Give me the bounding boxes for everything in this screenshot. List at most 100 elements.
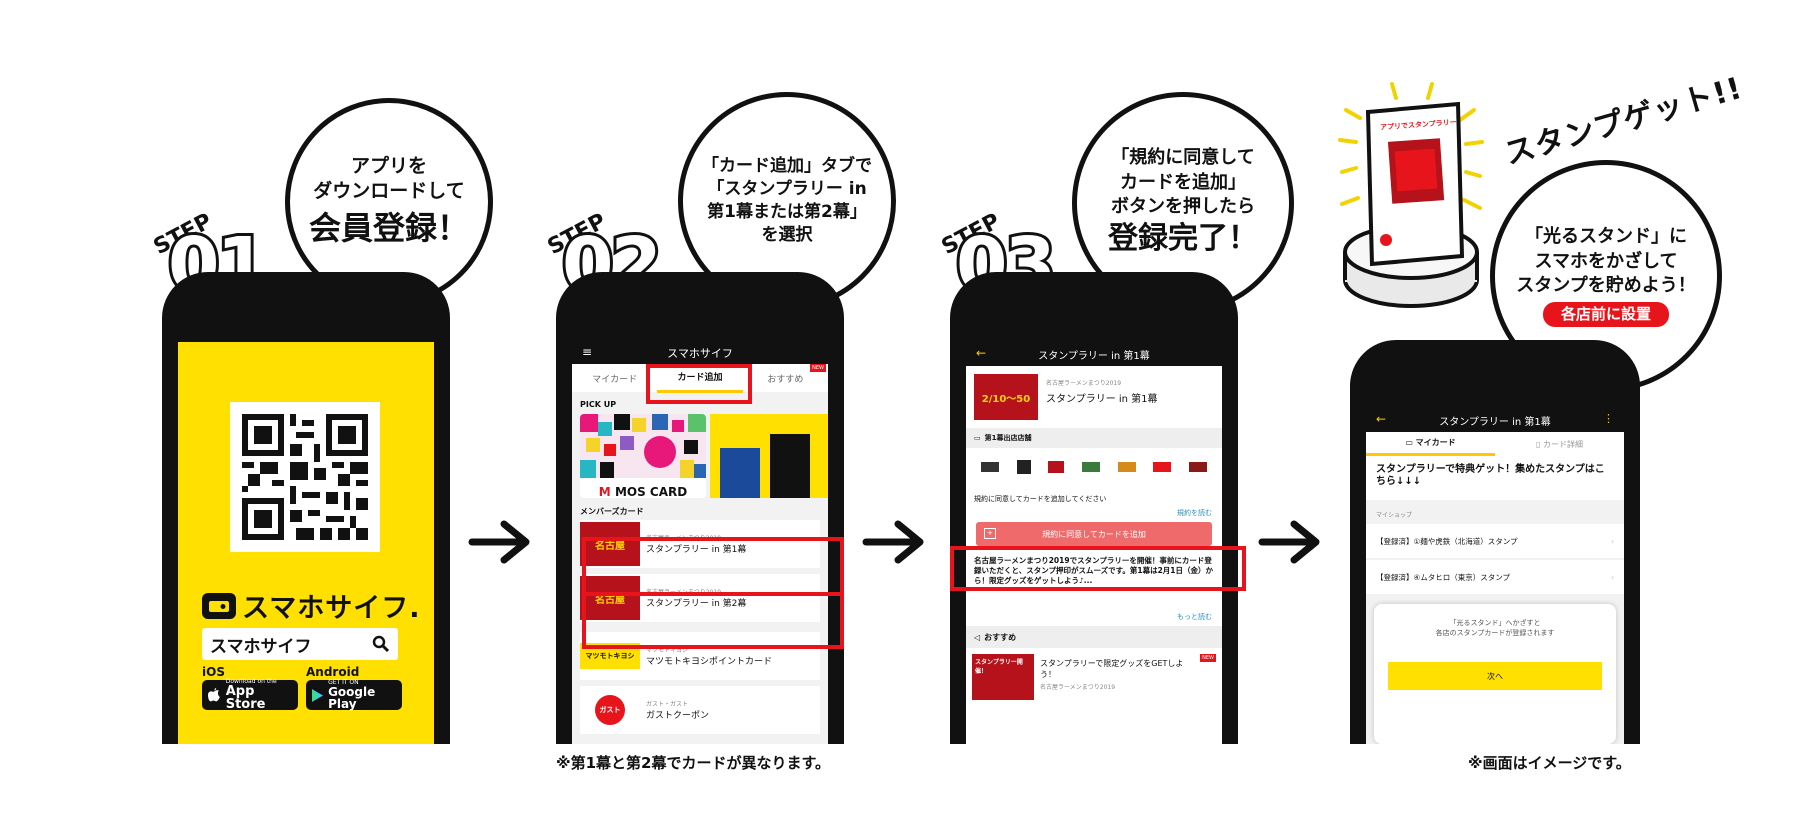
agree-prompt: 規約に同意してカードを追加してください: [974, 495, 1107, 503]
add-card-label: 規約に同意してカードを追加: [1042, 529, 1146, 539]
stamp-get-text: スタンプゲット!!: [1500, 70, 1747, 173]
brand-name: スマホサイフ.: [242, 593, 421, 624]
shop-logo[interactable]: [1048, 461, 1065, 473]
tab-recommend-label: おすすめ: [767, 374, 804, 385]
gplay-big: Google Play: [328, 685, 376, 711]
bubble-line: 「スタンプラリー in: [707, 179, 867, 200]
bubble-line: カードを追加」: [1120, 171, 1246, 193]
phone-step4: ← スタンプラリー in 第1幕 ⋮ ▭ マイカード ▯ カード詳細 スタンプラ…: [1350, 340, 1640, 744]
back-arrow-icon[interactable]: ←: [976, 346, 986, 360]
shop-row[interactable]: 【登録済】④ムタヒロ（東京）スタンプ ›: [1366, 560, 1624, 594]
headline: スタンプラリーで特典ゲット！集めたスタンプはこちら↓↓↓: [1366, 456, 1624, 500]
stand-icon: [1338, 82, 1484, 308]
app-header: ← スタンプラリー in 第1幕 ⋮: [1366, 408, 1624, 432]
recommend-header: ◁ おすすめ: [966, 626, 1222, 648]
next-button[interactable]: 次へ: [1388, 662, 1602, 690]
app-title: スタンプラリー in 第1幕: [1038, 350, 1150, 362]
rec-banner[interactable]: スタンプラリー開催！: [972, 654, 1034, 700]
mos-card-art: [580, 414, 706, 478]
phone-screen: スマホサイフ. スマホサイフ iOS Android Download on t…: [178, 342, 434, 744]
add-card-button[interactable]: + 規約に同意してカードを追加: [976, 522, 1212, 546]
shop-icon: ▭: [974, 434, 981, 442]
tab-card-detail-label: カード詳細: [1542, 439, 1583, 449]
rec-text: スタンプラリーで限定グッズをGETしよう！: [1040, 659, 1184, 679]
list-item[interactable]: ガスト ガスト・ガスト ガストクーポン: [580, 686, 820, 734]
back-arrow-icon[interactable]: ←: [1376, 412, 1386, 426]
modal-card: 「光るスタンド」へかざすと 各店のスタンプカードが登録されます 次へ: [1374, 604, 1616, 744]
more-menu-icon[interactable]: ⋮: [1603, 412, 1614, 425]
qr-code-icon: [242, 414, 368, 540]
modal-text: 各店のスタンプカードが登録されます: [1435, 629, 1555, 637]
app-header: ← スタンプラリー in 第1幕: [966, 342, 1222, 366]
apple-icon: [208, 687, 220, 702]
bubble-emphasis: 会員登録！: [308, 209, 469, 248]
bubble-line: スマホをかざして: [1534, 250, 1678, 272]
card-icon: ▭: [1405, 438, 1416, 447]
rec-sub: 名古屋ラーメンまつり2019: [1040, 684, 1116, 691]
shop-logos: [966, 452, 1222, 482]
phone-screen: ← スタンプラリー in 第1幕 ⋮ ▭ マイカード ▯ カード詳細 スタンプラ…: [1366, 408, 1624, 744]
bubble-line: 「カード追加」タブで: [702, 156, 872, 177]
doc-icon: ▯: [1536, 439, 1543, 449]
card-dates: 2/10〜50: [981, 393, 1031, 405]
members-label: メンバーズカード: [580, 507, 644, 516]
chevron-right-icon: ›: [1611, 572, 1614, 582]
tab-mycard[interactable]: ▭ マイカード: [1366, 432, 1495, 456]
glowing-stand: アプリでスタンプラリー: [1336, 80, 1486, 330]
highlight-box: [582, 537, 844, 596]
search-input[interactable]: スマホサイフ: [210, 632, 312, 657]
shop-row[interactable]: 【登録済】①麺や虎鉄（北海道）スタンプ ›: [1366, 524, 1624, 558]
mos-card[interactable]: M MOS CARD: [580, 414, 706, 498]
more-link[interactable]: もっと読む: [1177, 612, 1212, 622]
tab-mycard[interactable]: マイカード: [572, 372, 657, 385]
new-badge: NEW: [1200, 654, 1216, 662]
shop-logo[interactable]: [1081, 462, 1100, 472]
shop-logo[interactable]: [1189, 462, 1208, 472]
appstore-button[interactable]: Download on the App Store: [202, 679, 298, 711]
card-name: スタンプラリー in 第1幕: [1046, 394, 1158, 405]
tab-recommend[interactable]: おすすめ NEW: [743, 363, 828, 385]
shop-name: 【登録済】④ムタヒロ（東京）スタンプ: [1376, 572, 1510, 582]
section-label: マイショップ: [1376, 512, 1413, 519]
arrow-right-icon: [1258, 520, 1320, 564]
chevron-right-icon: ›: [1611, 536, 1614, 546]
terms-link[interactable]: 規約を読む: [1177, 508, 1212, 518]
bubble-line: を選択: [761, 224, 813, 245]
bubble-line: ダウンロードして: [313, 180, 465, 203]
search-icon[interactable]: [372, 635, 390, 653]
bubble-line: 第1幕または第2幕」: [707, 202, 867, 222]
wallet-icon: [202, 592, 236, 619]
pickup-card-2[interactable]: [710, 414, 828, 498]
qr-code[interactable]: [230, 402, 380, 552]
megaphone-icon: ◁: [974, 632, 981, 642]
modal-text: 「光るスタンド」へかざすと: [1449, 619, 1541, 627]
app-header: ≡ スマホサイフ: [572, 342, 828, 364]
menu-icon[interactable]: ≡: [582, 345, 592, 359]
phone-step1: スマホサイフ. スマホサイフ iOS Android Download on t…: [162, 272, 450, 744]
recommend-header-label: おすすめ: [984, 632, 1017, 642]
card-plus-icon: +: [984, 528, 996, 539]
shops-header: ▭ 第1幕出店店舗: [966, 428, 1222, 448]
gusto-logo: ガスト: [595, 695, 625, 725]
shop-logo[interactable]: [1117, 462, 1136, 472]
shop-logo[interactable]: [1153, 462, 1172, 472]
shop-logo[interactable]: [980, 462, 999, 472]
placement-badge: 各店前に設置: [1542, 302, 1669, 327]
search-box[interactable]: スマホサイフ: [202, 628, 398, 660]
googleplay-button[interactable]: GET IT ON Google Play: [306, 680, 402, 710]
card-sub: ガスト・ガスト: [646, 701, 689, 708]
tab-card-detail[interactable]: ▯ カード詳細: [1495, 439, 1624, 450]
bubble-line: 「光るスタンド」に: [1525, 226, 1687, 248]
phone-step3: ← スタンプラリー in 第1幕 2/10〜50 名古屋ラーメンまつり2019 …: [950, 272, 1238, 744]
ramen-card-image: 2/10〜50: [974, 374, 1038, 420]
card-name: マツモトキヨシポイントカード: [646, 657, 773, 667]
highlight-box: [582, 592, 844, 649]
card-sub: 名古屋ラーメンまつり2019: [1046, 380, 1122, 387]
shop-logo[interactable]: [1016, 460, 1031, 474]
mos-card-label: M MOS CARD: [598, 485, 688, 498]
bubble-line: アプリを: [350, 154, 427, 177]
pickup-label: PICK UP: [580, 400, 617, 409]
highlight-box: [950, 546, 1246, 591]
shop-name: 【登録済】①麺や虎鉄（北海道）スタンプ: [1376, 536, 1518, 546]
app-title: スマホサイフ: [667, 347, 733, 360]
